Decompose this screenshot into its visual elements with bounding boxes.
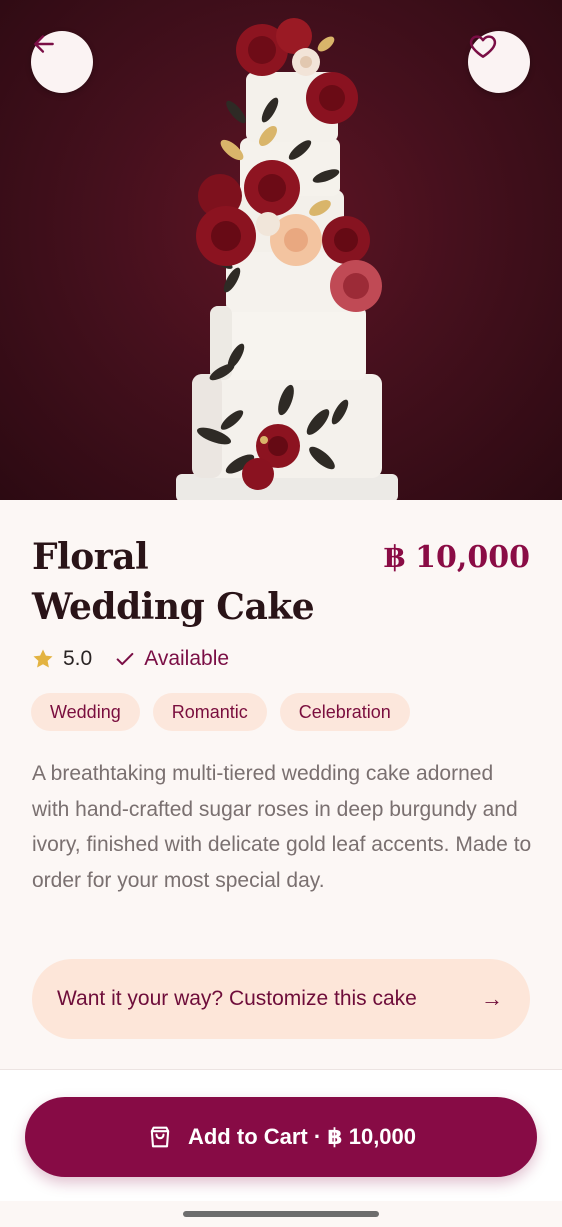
product-description: A breathtaking multi-tiered wedding cake… <box>32 762 532 892</box>
arrow-right-icon: → <box>481 986 503 1011</box>
tag-celebration[interactable]: Celebration <box>279 693 410 731</box>
add-to-cart-button[interactable]: Add to Cart · ฿ 10,000 <box>25 1097 537 1177</box>
checkmark-icon <box>116 652 134 666</box>
product-price: ฿ 10,000 <box>383 540 530 575</box>
availability-label: Available <box>144 647 230 670</box>
tag-list: Wedding Romantic Celebration <box>31 693 410 731</box>
customize-label: Want it your way? Customize this cake <box>57 987 417 1010</box>
home-indicator[interactable] <box>183 1211 379 1217</box>
star-icon <box>33 649 53 668</box>
add-to-cart-label: Add to Cart · ฿ 10,000 <box>187 1124 417 1149</box>
back-button[interactable] <box>31 31 93 93</box>
shopping-bag-icon <box>146 1123 174 1151</box>
arrow-left-icon <box>34 35 54 53</box>
rating-value: 5.0 <box>63 647 93 670</box>
customize-cake-button[interactable]: Want it your way? Customize this cake → <box>32 959 530 1039</box>
product-image <box>0 0 562 500</box>
tag-romantic[interactable]: Romantic <box>152 693 267 731</box>
bottom-action-bar: Add to Cart · ฿ 10,000 <box>0 1069 562 1201</box>
tag-wedding[interactable]: Wedding <box>31 693 140 731</box>
favorite-button[interactable] <box>468 31 530 93</box>
product-title: Floral Wedding Cake <box>32 536 315 628</box>
product-meta: 5.0 Available <box>31 644 229 674</box>
availability-status: Available <box>114 647 229 671</box>
heart-icon <box>469 35 497 58</box>
